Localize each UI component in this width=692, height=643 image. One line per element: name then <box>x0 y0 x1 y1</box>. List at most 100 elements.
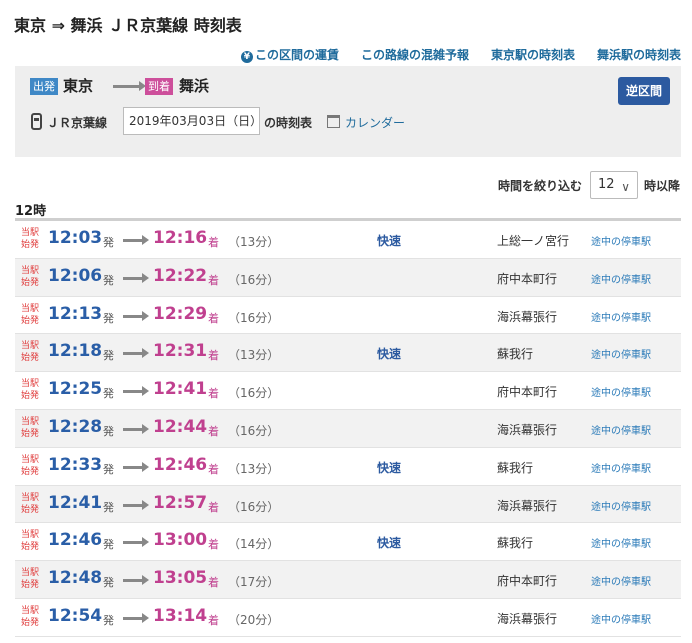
arrow-right-icon <box>123 537 149 548</box>
stops-link[interactable]: 途中の停車駅 <box>591 233 651 248</box>
train-row[interactable]: 当駅始発 12:03 発 12:16 着 （13分） 快速 上総一ノ宮行 途中の… <box>15 221 681 259</box>
destination: 蘇我行 <box>497 460 534 475</box>
duration: （16分） <box>228 499 280 514</box>
departure-suffix: 発 <box>103 311 114 325</box>
destination: 府中本町行 <box>497 385 558 400</box>
train-row[interactable]: 当駅始発 12:54 発 13:14 着 （20分） 海浜幕張行 途中の停車駅 <box>15 599 681 637</box>
train-row[interactable]: 当駅始発 12:46 発 13:00 着 （14分） 快速 蘇我行 途中の停車駅 <box>15 523 681 562</box>
train-row[interactable]: 当駅始発 12:18 発 12:31 着 （13分） 快速 蘇我行 途中の停車駅 <box>15 334 681 373</box>
fare-link[interactable]: ¥ この区間の運賃 <box>240 46 339 63</box>
page-title: 東京 ⇒ 舞浜 ＪＲ京葉線 時刻表 <box>14 16 242 35</box>
duration: （16分） <box>228 386 280 401</box>
duration: （13分） <box>228 348 280 363</box>
arrow-right-icon <box>123 423 149 434</box>
departure-suffix: 発 <box>103 613 114 627</box>
fare-link-label: この区間の運賃 <box>254 48 339 62</box>
stops-link[interactable]: 途中の停車駅 <box>591 346 651 361</box>
departure-suffix: 発 <box>103 576 114 590</box>
stops-link[interactable]: 途中の停車駅 <box>591 498 651 513</box>
arrival-time: 13:14 <box>153 605 208 626</box>
line-name: ＪＲ京葉線 <box>47 116 108 130</box>
origin-station-label: 当駅始発 <box>21 265 40 288</box>
duration: （14分） <box>228 537 280 552</box>
tokyo-timetable-link[interactable]: 東京駅の時刻表 <box>491 46 575 63</box>
hour-select[interactable]: 12 ∨ <box>589 171 638 199</box>
arrival-time: 12:46 <box>153 454 208 475</box>
arrival-suffix: 着 <box>208 424 219 438</box>
duration: （13分） <box>228 235 280 249</box>
stops-link[interactable]: 途中の停車駅 <box>591 271 651 286</box>
destination: 蘇我行 <box>497 347 534 362</box>
departure-time: 12:06 <box>48 265 103 286</box>
arrival-suffix: 着 <box>208 273 219 287</box>
arrival-suffix: 着 <box>208 387 219 401</box>
destination: 府中本町行 <box>497 271 558 286</box>
stops-link[interactable]: 途中の停車駅 <box>591 309 651 324</box>
departure-time: 12:54 <box>48 605 103 626</box>
train-kind: 快速 <box>377 536 402 551</box>
departure-time: 12:46 <box>48 530 103 551</box>
arrow-right-icon <box>123 499 149 510</box>
train-row[interactable]: 当駅始発 12:28 発 12:44 着 （16分） 海浜幕張行 途中の停車駅 <box>15 409 681 448</box>
departure-badge: 出発 <box>30 78 58 95</box>
duration: （20分） <box>228 612 280 627</box>
destination: 海浜幕張行 <box>497 309 558 324</box>
arrival-time: 12:41 <box>153 379 208 400</box>
arrow-right-icon <box>123 386 149 397</box>
maihama-timetable-link[interactable]: 舞浜駅の時刻表 <box>597 46 681 63</box>
arrow-right-icon <box>123 461 149 472</box>
arrival-time: 12:29 <box>153 303 208 324</box>
arrival-time: 13:05 <box>153 568 208 589</box>
departure-time: 12:03 <box>48 228 103 248</box>
to-station: 舞浜 <box>179 77 210 95</box>
origin-station-label: 当駅始発 <box>21 568 40 591</box>
stops-link[interactable]: 途中の停車駅 <box>591 422 651 437</box>
calendar-link[interactable]: カレンダー <box>345 114 405 131</box>
origin-station-label: 当駅始発 <box>21 492 40 515</box>
arrival-time: 12:22 <box>153 265 208 286</box>
date-input[interactable]: 2019年03月03日（日） <box>123 107 262 135</box>
arrival-time: 12:44 <box>153 416 208 437</box>
train-row[interactable]: 当駅始発 12:13 発 12:29 着 （16分） 海浜幕張行 途中の停車駅 <box>15 297 681 335</box>
filter-label: 時間を絞り込む <box>497 178 582 193</box>
train-row[interactable]: 当駅始発 12:48 発 13:05 着 （17分） 府中本町行 途中の停車駅 <box>15 561 681 599</box>
train-row[interactable]: 当駅始発 12:33 発 12:46 着 （13分） 快速 蘇我行 途中の停車駅 <box>15 448 681 486</box>
destination: 府中本町行 <box>497 574 558 589</box>
reverse-section-button[interactable]: 逆区間 <box>618 77 670 105</box>
train-row[interactable]: 当駅始発 12:06 発 12:22 着 （16分） 府中本町行 途中の停車駅 <box>15 258 681 297</box>
arrival-suffix: 着 <box>208 462 219 476</box>
stops-link[interactable]: 途中の停車駅 <box>591 535 651 550</box>
arrival-time: 12:31 <box>153 341 208 362</box>
departure-time: 12:33 <box>48 454 103 475</box>
destination: 海浜幕張行 <box>497 611 558 626</box>
departure-suffix: 発 <box>103 273 114 287</box>
departure-time: 12:25 <box>48 379 103 400</box>
train-row[interactable]: 当駅始発 12:25 発 12:41 着 （16分） 府中本町行 途中の停車駅 <box>15 372 681 410</box>
arrival-suffix: 着 <box>208 236 219 249</box>
congestion-link[interactable]: この路線の混雑予報 <box>361 46 469 63</box>
train-row[interactable]: 当駅始発 12:41 発 12:57 着 （16分） 海浜幕張行 途中の停車駅 <box>15 485 681 524</box>
from-station: 東京 <box>63 77 94 95</box>
arrow-right-icon <box>123 235 149 245</box>
origin-station-label: 当駅始発 <box>21 605 40 628</box>
stops-link[interactable]: 途中の停車駅 <box>591 384 651 399</box>
arrow-right-icon <box>123 272 149 283</box>
chevron-down-icon: ∨ <box>621 180 630 194</box>
arrival-suffix: 着 <box>208 311 219 325</box>
duration: （16分） <box>228 310 280 325</box>
filter-after-label: 時以降 <box>643 178 680 193</box>
train-kind: 快速 <box>377 347 402 362</box>
origin-station-label: 当駅始発 <box>21 303 40 326</box>
stops-link[interactable]: 途中の停車駅 <box>591 460 651 475</box>
departure-suffix: 発 <box>103 424 114 438</box>
arrow-right-icon <box>123 310 149 321</box>
train-kind: 快速 <box>377 460 402 475</box>
departure-time: 12:48 <box>48 568 103 589</box>
yen-icon: ¥ <box>240 51 253 63</box>
origin-station-label: 当駅始発 <box>21 530 40 553</box>
stops-link[interactable]: 途中の停車駅 <box>591 611 651 626</box>
origin-station-label: 当駅始発 <box>21 379 40 402</box>
calendar-icon[interactable] <box>327 115 340 128</box>
stops-link[interactable]: 途中の停車駅 <box>591 573 651 588</box>
arrow-right-icon <box>123 575 149 586</box>
